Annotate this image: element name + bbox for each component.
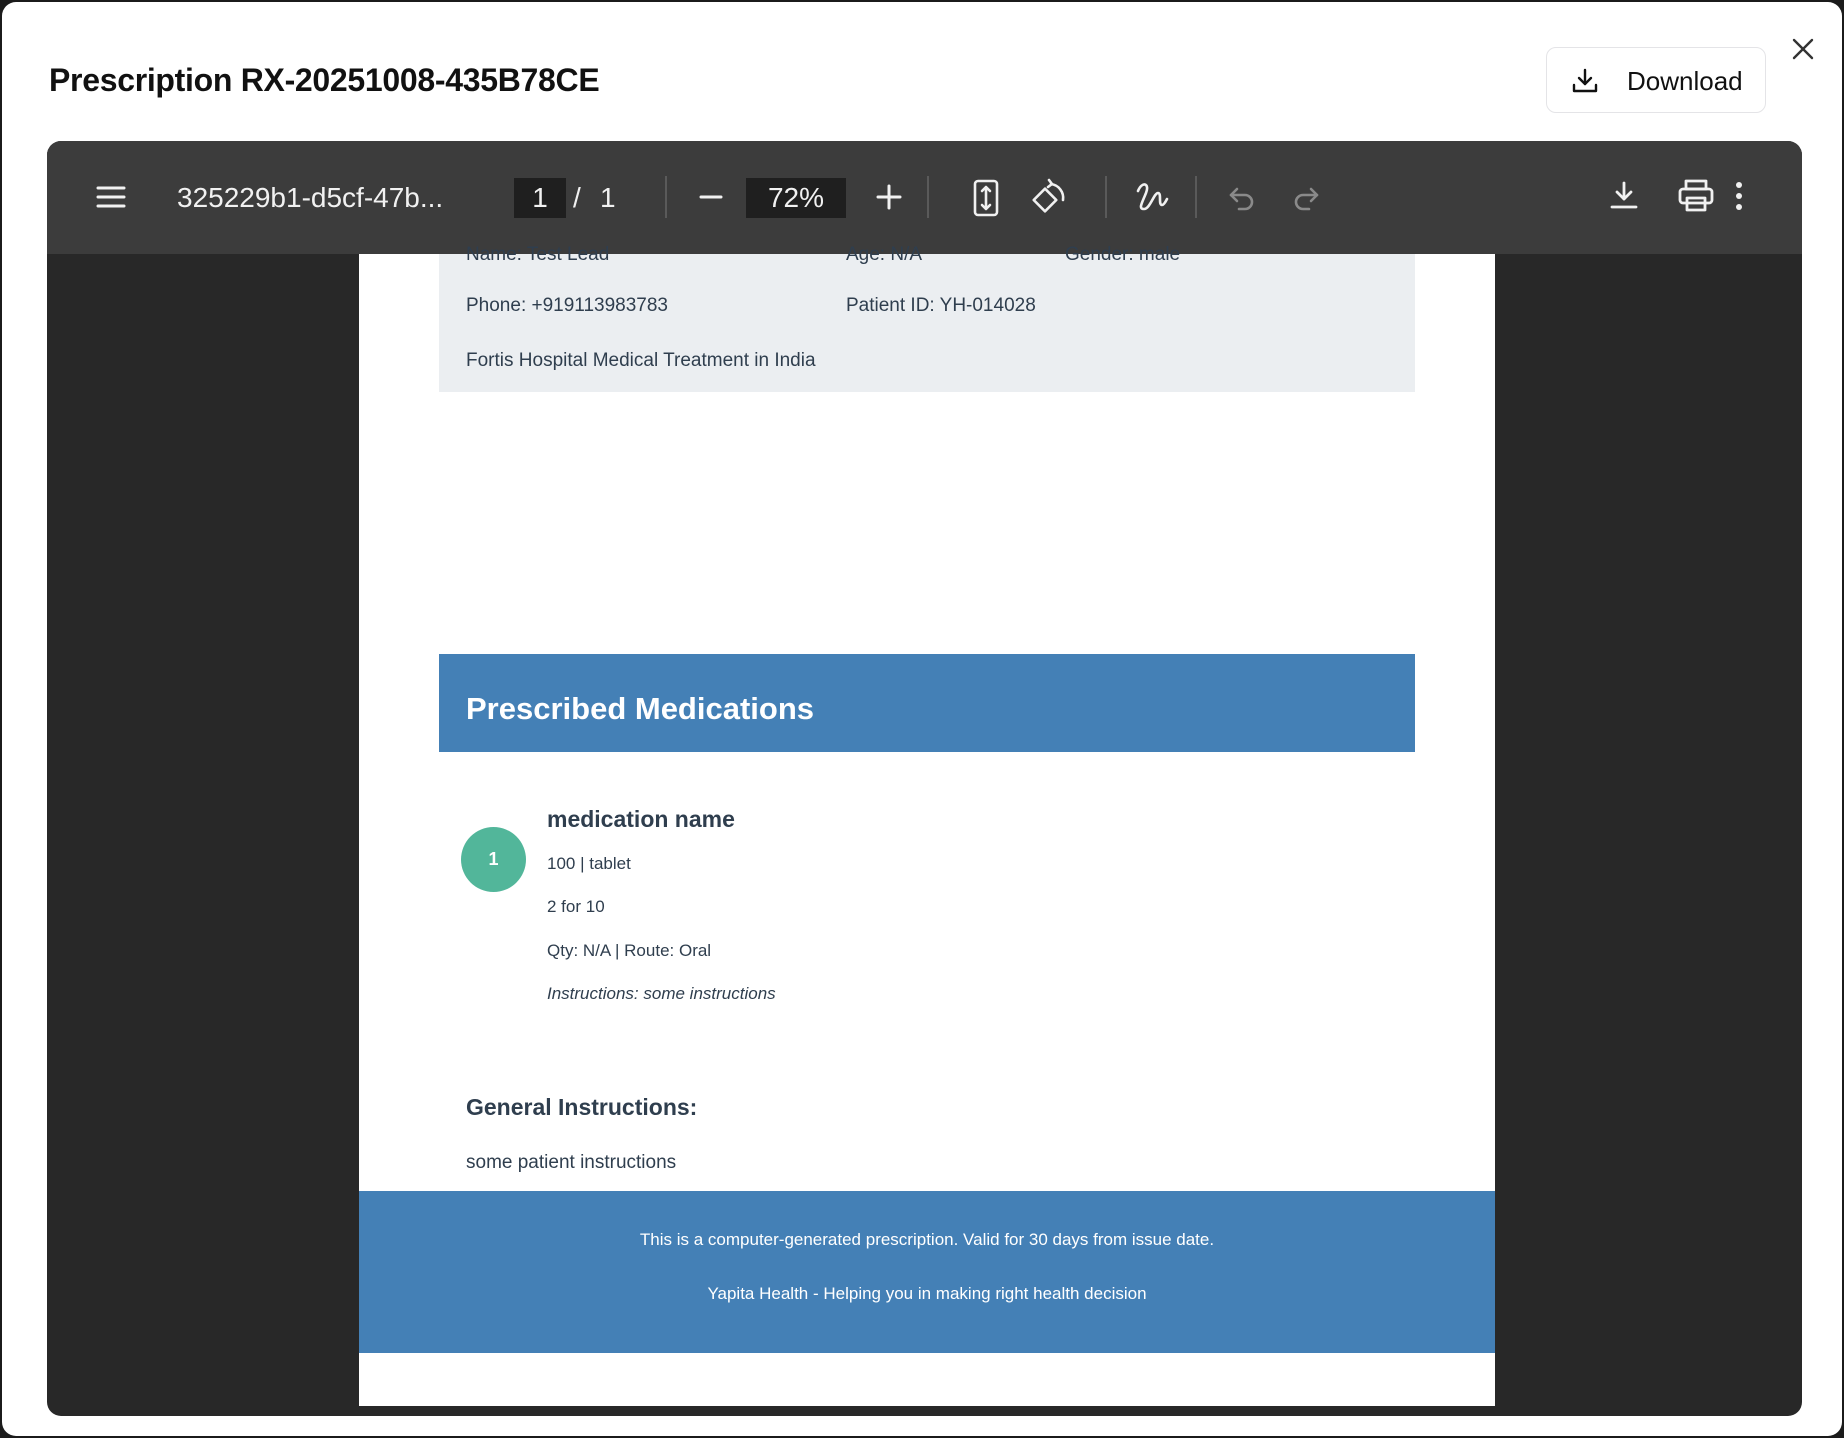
hospital-name: Fortis Hospital Medical Treatment in Ind… — [466, 350, 816, 371]
download-button[interactable]: Download — [1546, 47, 1766, 113]
toolbar-divider — [927, 176, 929, 218]
patient-id: Patient ID: YH-014028 — [846, 295, 1036, 316]
patient-phone: Phone: +919113983783 — [466, 295, 668, 316]
undo-icon[interactable] — [1227, 183, 1257, 213]
general-instructions-title: General Instructions: — [466, 1094, 698, 1120]
medication-frequency: 2 for 10 — [547, 897, 605, 916]
pdf-viewer: 325229b1-d5cf-47b... 1 / 1 72% Name: Tes… — [47, 141, 1802, 1416]
footer-tagline: Yapita Health - Helping you in making ri… — [707, 1284, 1147, 1303]
patient-info-box: Name: Test Lead Age: N/A Gender: male Ph… — [439, 244, 1415, 392]
patient-name: Name: Test Lead — [466, 244, 610, 265]
medication-qty-route: Qty: N/A | Route: Oral — [547, 941, 712, 960]
toolbar-divider — [1195, 176, 1197, 218]
prescription-modal: Prescription RX-20251008-435B78CE Downlo… — [2, 2, 1842, 1436]
patient-age: Age: N/A — [846, 244, 923, 265]
medication-number-badge: 1 — [461, 827, 526, 892]
print-icon[interactable] — [1677, 178, 1715, 214]
page-total: 1 — [600, 182, 616, 213]
zoom-out-icon[interactable] — [695, 181, 727, 213]
medication-name: medication name — [547, 806, 735, 832]
pdf-toolbar: 325229b1-d5cf-47b... 1 / 1 72% — [47, 141, 1802, 254]
medications-header-title: Prescribed Medications — [466, 691, 815, 726]
rotate-icon[interactable] — [1029, 178, 1069, 218]
medications-header: Prescribed Medications — [439, 654, 1415, 752]
general-instructions-text: some patient instructions — [466, 1152, 677, 1173]
zoom-level-input[interactable]: 72% — [746, 178, 846, 218]
download-icon[interactable] — [1607, 179, 1641, 213]
medication-dose: 100 | tablet — [547, 854, 631, 873]
close-icon[interactable] — [1788, 34, 1818, 64]
annotate-icon[interactable] — [1134, 179, 1170, 215]
fit-page-icon[interactable] — [969, 179, 1003, 217]
medication-instructions: Instructions: some instructions — [547, 984, 776, 1003]
toolbar-divider — [665, 176, 667, 218]
patient-gender: Gender: male — [1065, 244, 1181, 265]
download-icon — [1571, 67, 1599, 95]
download-button-label: Download — [1627, 66, 1743, 96]
page-separator: / — [573, 182, 581, 213]
page-number-input[interactable]: 1 — [514, 178, 566, 218]
zoom-in-icon[interactable] — [873, 181, 905, 213]
footer-validity-text: This is a computer-generated prescriptio… — [639, 1230, 1215, 1249]
redo-icon[interactable] — [1291, 183, 1321, 213]
modal-title: Prescription RX-20251008-435B78CE — [49, 62, 600, 98]
menu-icon[interactable] — [95, 181, 127, 213]
toolbar-divider — [1105, 176, 1107, 218]
pdf-page: Name: Test Lead Age: N/A Gender: male Ph… — [359, 244, 1495, 1406]
more-options-icon[interactable] — [1729, 179, 1749, 213]
pdf-filename: 325229b1-d5cf-47b... — [177, 182, 444, 213]
prescription-footer: This is a computer-generated prescriptio… — [359, 1191, 1495, 1353]
